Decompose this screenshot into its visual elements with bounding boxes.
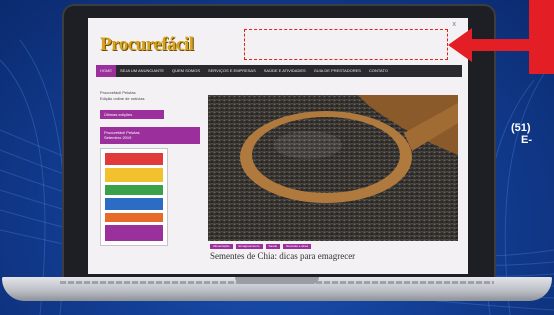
magazine-cover-thumbnail[interactable] — [100, 148, 168, 246]
contact-email-partial: E- — [521, 134, 532, 146]
cover-band — [105, 213, 163, 222]
article-tag[interactable]: Receitas e dicas — [283, 244, 312, 249]
cover-band — [105, 185, 163, 195]
chia-seeds-image — [208, 95, 458, 241]
article-tags: Alimentação Emagrecimento Saúde Receitas… — [210, 244, 312, 249]
nav-item-quem-somos[interactable]: Quem somos — [168, 65, 204, 77]
nav-item-home[interactable]: Home — [96, 65, 116, 77]
sidebar-edition-box[interactable]: Procurefácil Pelotas Setembro 2019 — [100, 127, 200, 144]
laptop-notch — [235, 277, 319, 284]
close-icon[interactable]: x — [453, 21, 457, 28]
nav-item-saude[interactable]: Saúde e atividades — [260, 65, 310, 77]
edition-box-line2: Setembro 2019 — [104, 135, 132, 140]
sidebar-button[interactable]: Últimas edições — [100, 110, 164, 119]
laptop-screen: Procurefácil x Home Seja um anunciante Q… — [88, 18, 468, 274]
cover-band — [105, 198, 163, 210]
article-tag[interactable]: Emagrecimento — [235, 244, 263, 249]
sidebar: Procurefácil Pelotas Edição online de no… — [100, 90, 200, 246]
contact-phone-partial: (51) — [511, 122, 531, 134]
article-tag[interactable]: Alimentação — [210, 244, 233, 249]
red-callout-box — [529, 0, 554, 74]
site-logo[interactable]: Procurefácil — [100, 34, 194, 56]
nav-item-servicos[interactable]: Serviços e empresas — [204, 65, 260, 77]
site-nav: Home Seja um anunciante Quem somos Servi… — [96, 65, 462, 77]
article-tag[interactable]: Saúde — [265, 244, 281, 249]
site-header: Procurefácil x — [88, 18, 468, 64]
cover-band — [105, 225, 163, 241]
article-photo[interactable] — [208, 95, 458, 241]
red-arrow-icon — [448, 28, 532, 62]
nav-item-anunciante[interactable]: Seja um anunciante — [116, 65, 168, 77]
article-headline[interactable]: Sementes de Chia: dicas para emagrecer — [210, 251, 458, 261]
nav-item-contato[interactable]: Contato — [365, 65, 392, 77]
cover-band — [105, 153, 163, 165]
sidebar-intro-line2: Edição online de notícias — [100, 96, 145, 101]
cover-band — [105, 168, 163, 182]
nav-item-guia[interactable]: Guia de prestadores — [310, 65, 365, 77]
ad-banner-slot[interactable] — [244, 29, 448, 60]
